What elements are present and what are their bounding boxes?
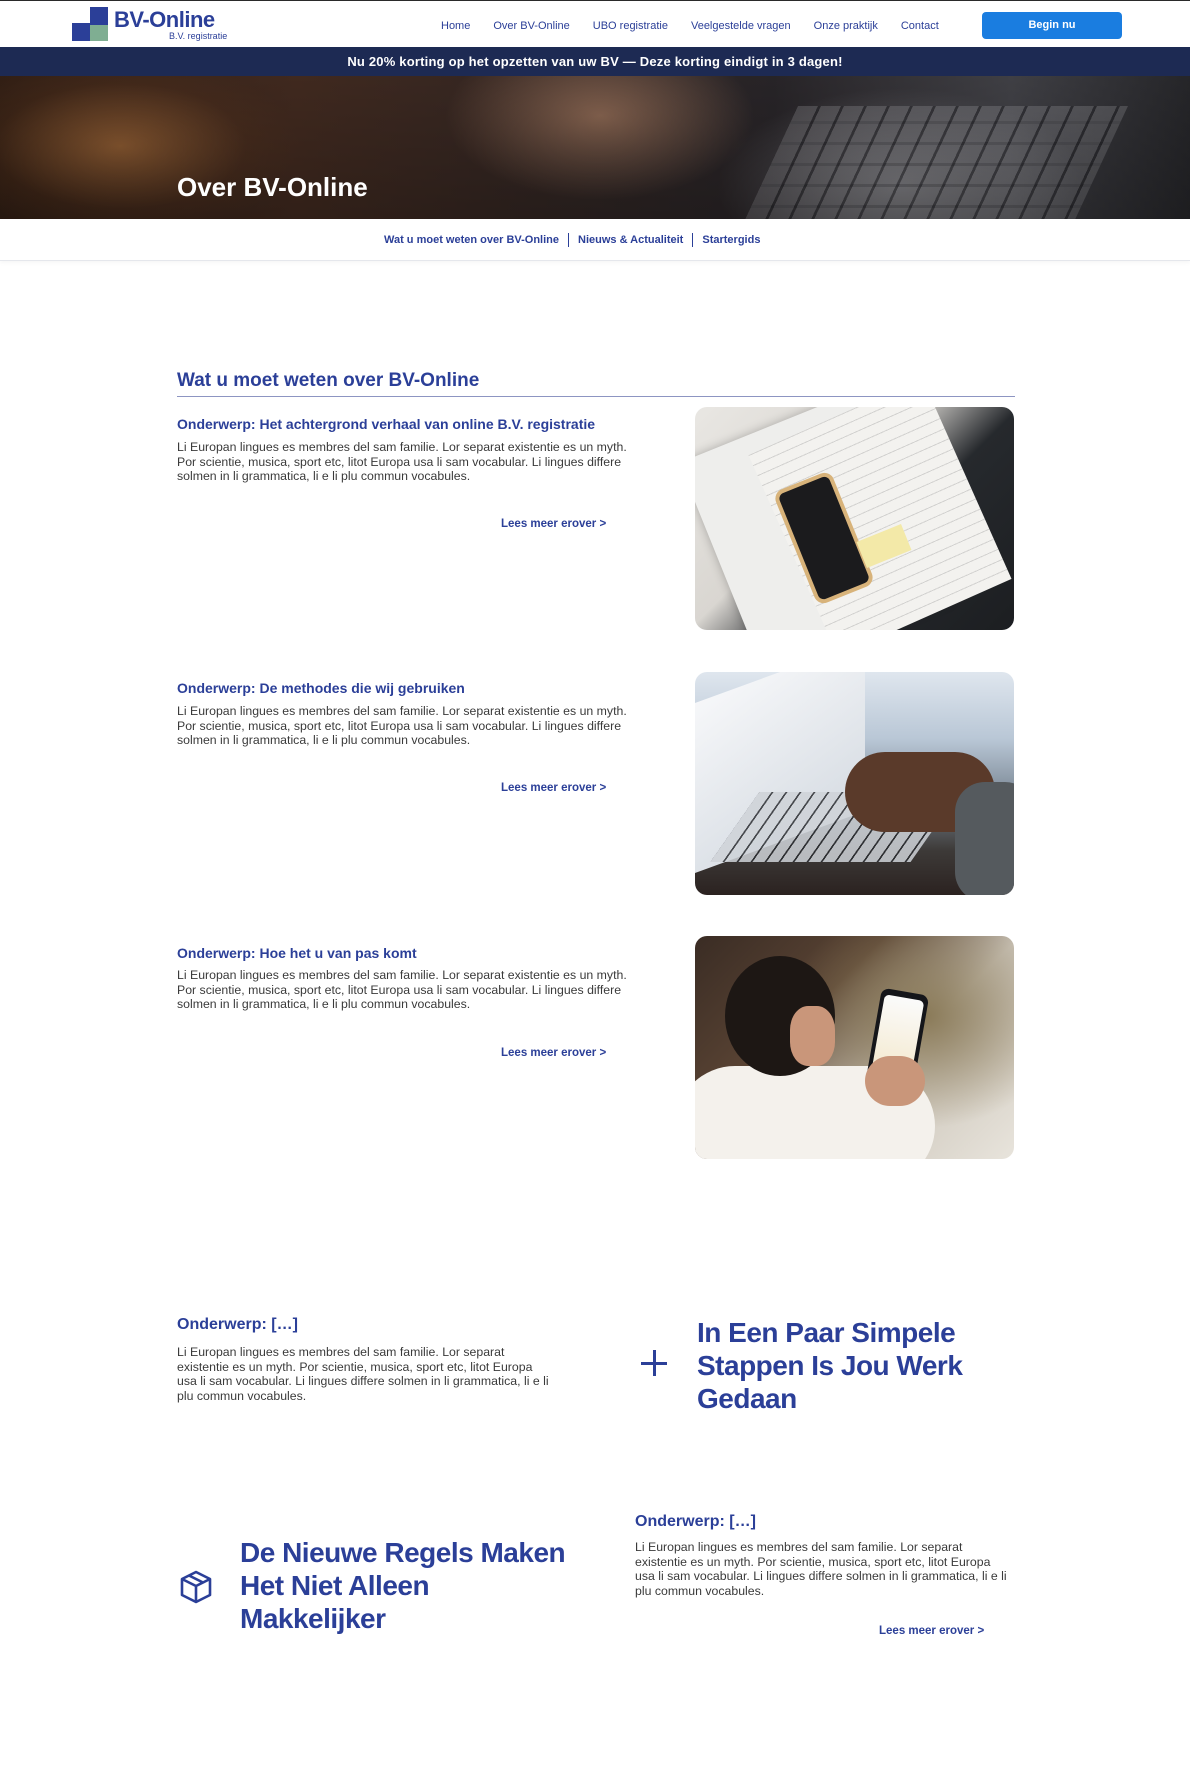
topic-image-laptop-typing [695,672,1014,895]
page-title: Over BV-Online [177,172,368,202]
nav-over-bv-online[interactable]: Over BV-Online [493,18,569,34]
feature-heading: De Nieuwe Regels Maken Het Niet Alleen M… [240,1537,566,1634]
nav-onze-praktijk[interactable]: Onze praktijk [814,18,878,34]
topic-body: Li Europan lingues es membres del sam fa… [177,968,627,1011]
subnav-divider [568,233,570,247]
nav-ubo-registratie[interactable]: UBO registratie [593,18,668,34]
topic-body: Li Europan lingues es membres del sam fa… [177,704,627,747]
block-title: Onderwerp: […] [635,1513,756,1530]
block-body: Li Europan lingues es membres del sam fa… [177,1345,549,1403]
hero-banner: Over BV-Online [0,76,1190,219]
site-header: BV-Online B.V. registratie Home Over BV-… [0,0,1190,47]
logo-text: BV-Online [114,7,215,32]
read-more-link[interactable]: Lees meer erover > [501,781,606,795]
read-more-link[interactable]: Lees meer erover > [879,1624,984,1638]
subnav-item-wat-u-moet-weten[interactable]: Wat u moet weten over BV-Online [384,232,559,248]
nav-contact[interactable]: Contact [901,18,939,34]
nav-veelgestelde-vragen[interactable]: Veelgestelde vragen [691,18,791,34]
section-divider [177,396,1015,397]
topic-title: Onderwerp: Het achtergrond verhaal van o… [177,416,596,432]
read-more-link[interactable]: Lees meer erover > [501,517,606,531]
nav-home[interactable]: Home [441,18,470,34]
topic-body: Li Europan lingues es membres del sam fa… [177,440,627,483]
read-more-link[interactable]: Lees meer erover > [501,1046,606,1060]
topic-image-phone-documents [695,407,1014,630]
subnav-item-nieuws[interactable]: Nieuws & Actualiteit [578,232,683,248]
promo-banner: Nu 20% korting op het opzetten van uw BV… [0,47,1190,76]
box-icon [180,1570,212,1604]
block-title: Onderwerp: […] [177,1316,298,1333]
main-nav: Home Over BV-Online UBO registratie Veel… [441,18,962,34]
begin-nu-button[interactable]: Begin nu [982,12,1122,39]
plus-icon [641,1350,667,1376]
subnav-divider [692,233,694,247]
topic-title: Onderwerp: De methodes die wij gebruiken [177,680,465,696]
feature-heading: In Een Paar Simpele Stappen Is Jou Werk … [697,1317,963,1414]
topic-title: Onderwerp: Hoe het u van pas komt [177,945,417,961]
section-title: Wat u moet weten over BV-Online [177,370,480,391]
topic-image-woman-phone [695,936,1014,1159]
block-body: Li Europan lingues es membres del sam fa… [635,1540,1007,1598]
sub-nav: Wat u moet weten over BV-Online Nieuws &… [0,219,1190,261]
logo-mark-icon [72,7,108,43]
logo-subtitle: B.V. registratie [169,31,228,41]
logo[interactable]: BV-Online B.V. registratie [72,7,242,45]
subnav-item-startergids[interactable]: Startergids [702,232,760,248]
